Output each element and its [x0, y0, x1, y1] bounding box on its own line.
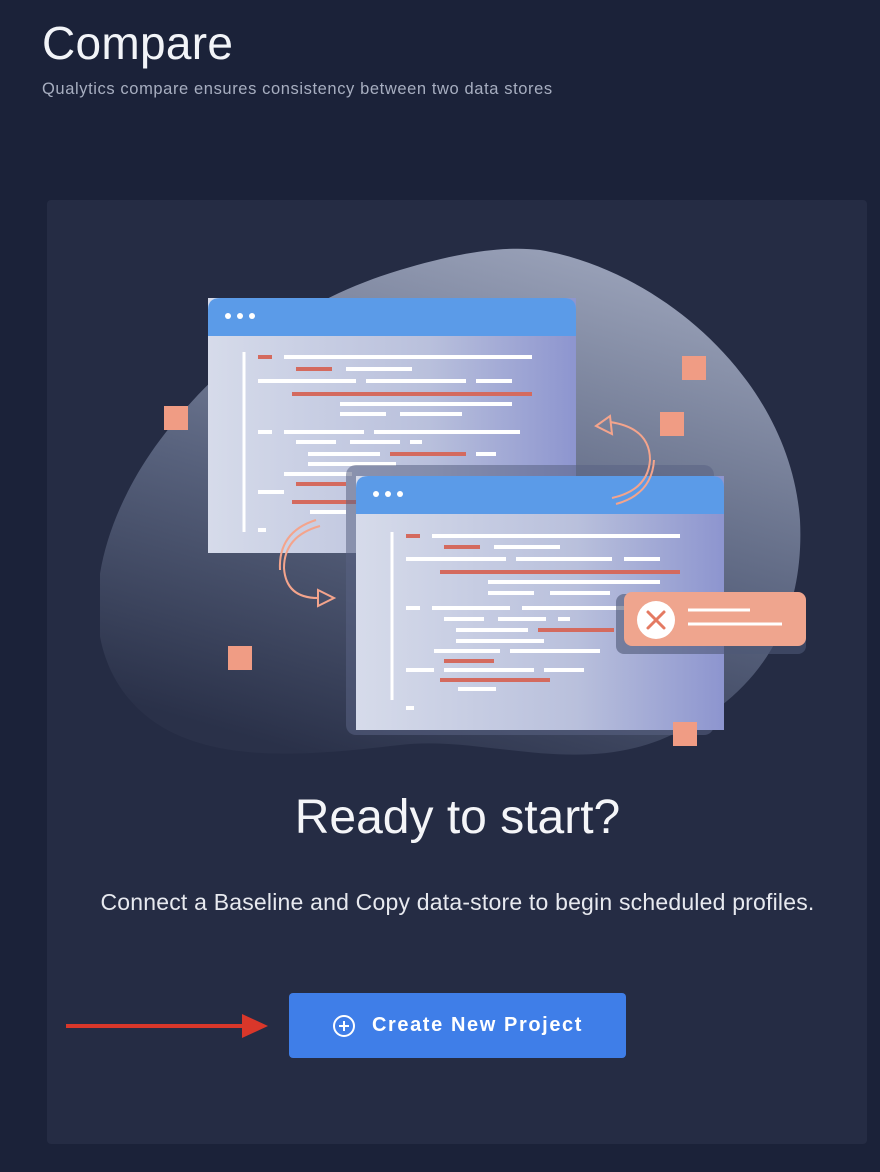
page-subtitle: Qualytics compare ensures consistency be… [42, 80, 553, 98]
error-toast [616, 592, 806, 654]
ready-to-start-heading: Ready to start? [294, 791, 621, 844]
red-arrow-icon [66, 1014, 268, 1038]
compare-illustration [100, 248, 806, 755]
page-title: Compare [42, 17, 234, 69]
empty-state-description: Connect a Baseline and Copy data-store t… [100, 889, 815, 915]
page-header: Compare Qualytics compare ensures consis… [42, 14, 553, 100]
create-new-project-button[interactable]: Create New Project [289, 993, 626, 1058]
plus-circle-icon [332, 1014, 356, 1038]
create-new-project-label: Create New Project [371, 1014, 584, 1036]
